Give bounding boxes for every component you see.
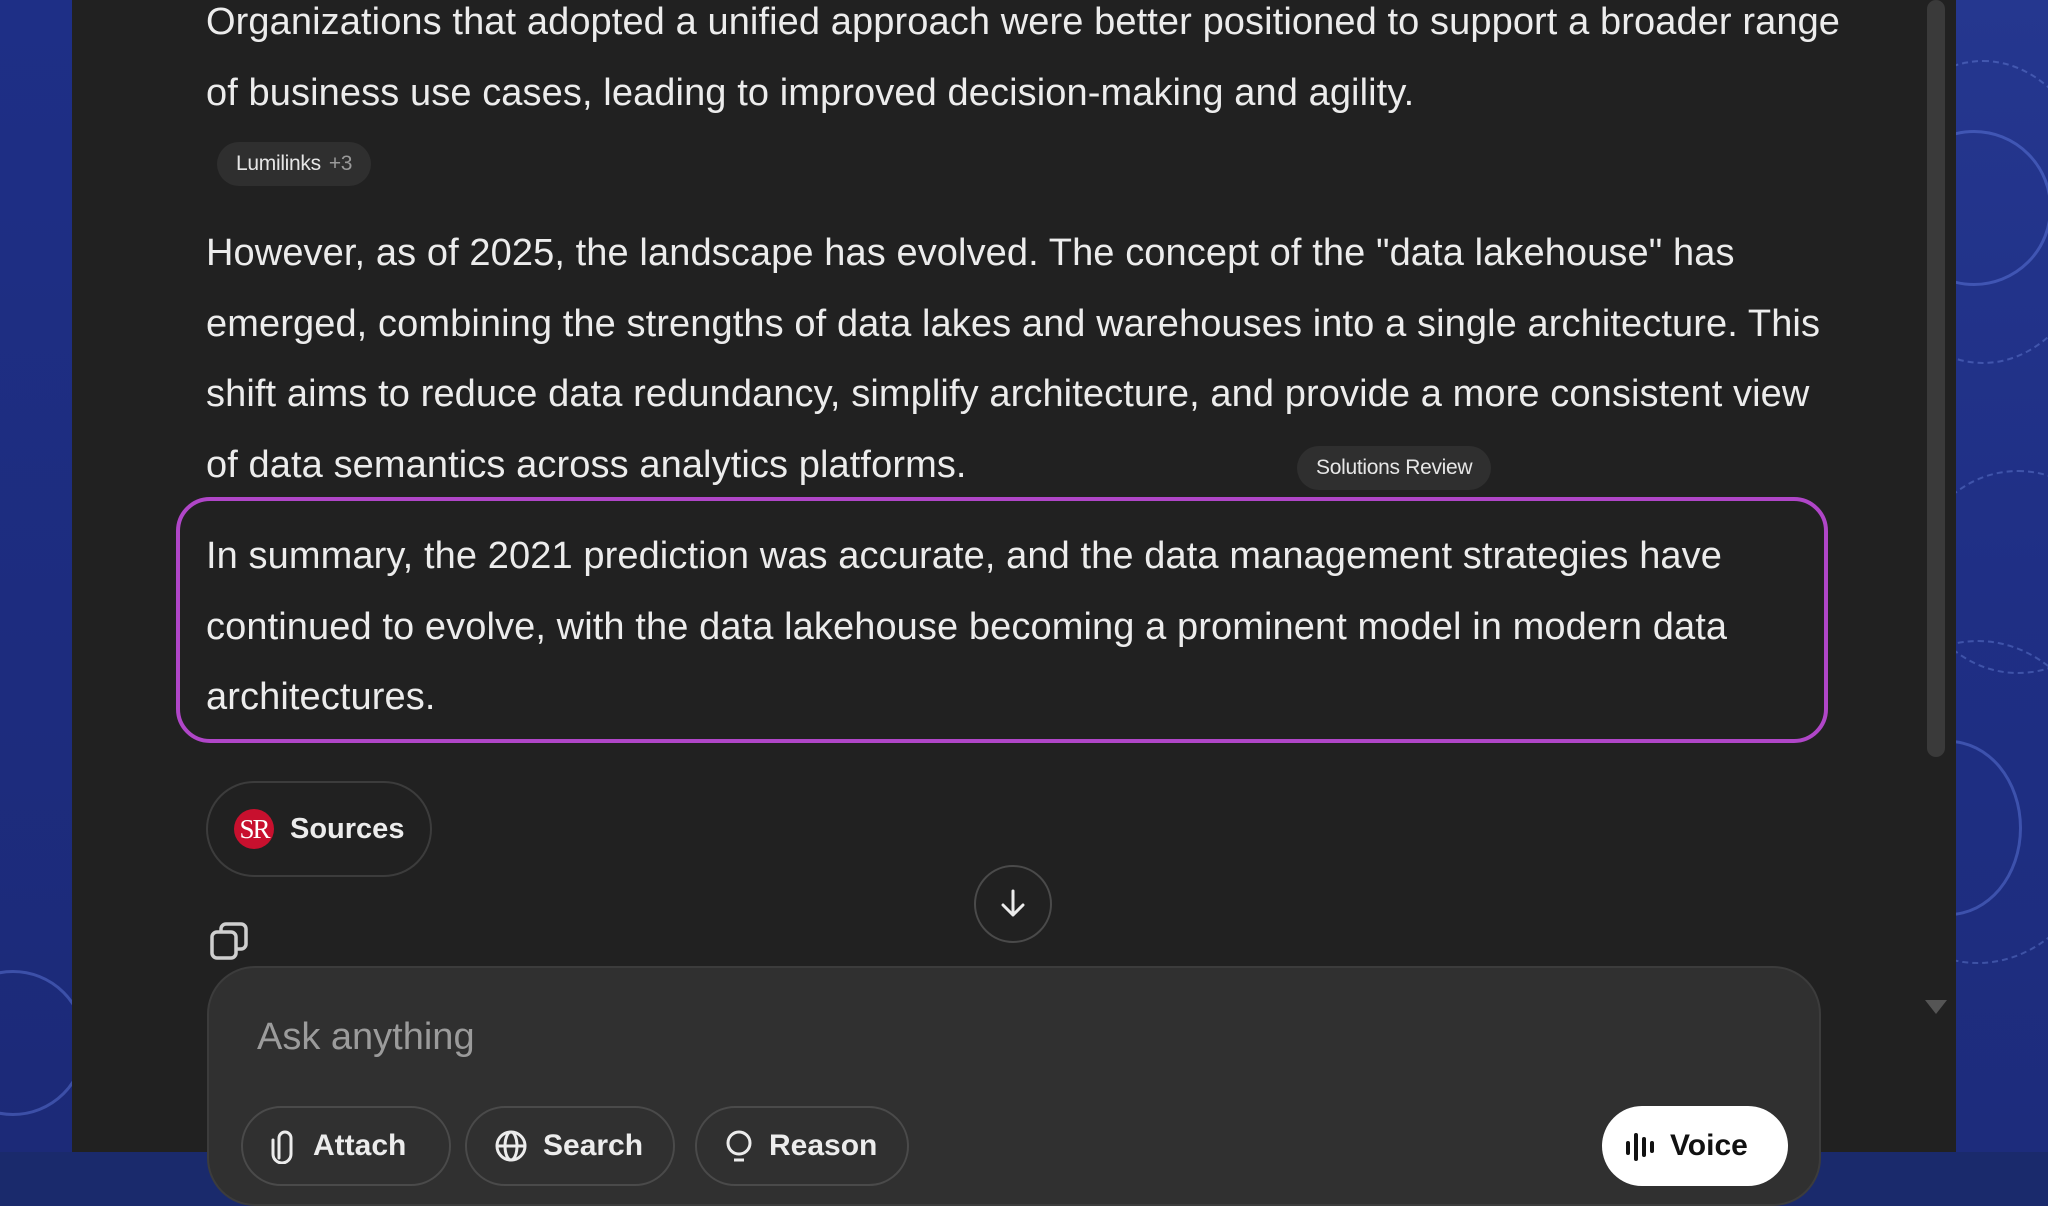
search-label: Search xyxy=(543,1129,644,1162)
decorative-ring xyxy=(1956,640,2048,964)
ask-input[interactable] xyxy=(257,1012,1657,1062)
copy-icon xyxy=(210,922,248,960)
paragraph-text: In summary, the 2021 prediction was accu… xyxy=(206,535,1728,718)
voice-button[interactable]: Voice xyxy=(1602,1106,1788,1186)
attach-label: Attach xyxy=(313,1129,407,1162)
source-logo: SR xyxy=(234,809,274,849)
search-button[interactable]: Search xyxy=(465,1106,675,1186)
response-paragraph: However, as of 2025, the landscape has e… xyxy=(206,218,1846,500)
background-left xyxy=(0,0,72,1152)
decorative-ring xyxy=(0,970,72,1116)
scrollbar-thumb[interactable] xyxy=(1927,0,1945,757)
paragraph-text: However, as of 2025, the landscape has e… xyxy=(206,232,1821,486)
paperclip-icon xyxy=(271,1130,293,1164)
lightbulb-icon xyxy=(726,1130,752,1162)
summary-paragraph: In summary, the 2021 prediction was accu… xyxy=(206,521,1846,733)
background-right xyxy=(1956,0,2048,1152)
copy-button[interactable] xyxy=(208,920,250,962)
citation-chip-lumilinks[interactable]: Lumilinks +3 xyxy=(217,142,372,186)
citation-more-count: +3 xyxy=(328,152,353,175)
sources-button[interactable]: SR Sources xyxy=(206,781,432,877)
decorative-ring xyxy=(1956,470,2048,674)
scroll-down-button[interactable] xyxy=(974,865,1052,943)
voice-label: Voice xyxy=(1670,1129,1748,1162)
attach-button[interactable]: Attach xyxy=(241,1106,451,1186)
composer: Attach Search Reason Voice xyxy=(207,966,1821,1206)
citation-label: Solutions Review xyxy=(1316,456,1473,479)
globe-icon xyxy=(495,1130,527,1162)
reason-button[interactable]: Reason xyxy=(695,1106,909,1186)
citation-label: Lumilinks xyxy=(236,152,321,175)
paragraph-text: Organizations that adopted a unified app… xyxy=(206,1,1841,114)
response-paragraph: Organizations that adopted a unified app… xyxy=(206,0,1846,128)
citation-chip-solutions-review[interactable]: Solutions Review xyxy=(1297,446,1492,490)
sources-label: Sources xyxy=(290,812,405,845)
scrollbar-down-arrow[interactable] xyxy=(1925,1000,1947,1014)
reason-label: Reason xyxy=(769,1129,878,1162)
waveform-icon xyxy=(1626,1133,1654,1161)
decorative-ring xyxy=(1956,60,2048,364)
arrow-down-icon xyxy=(1001,889,1025,917)
